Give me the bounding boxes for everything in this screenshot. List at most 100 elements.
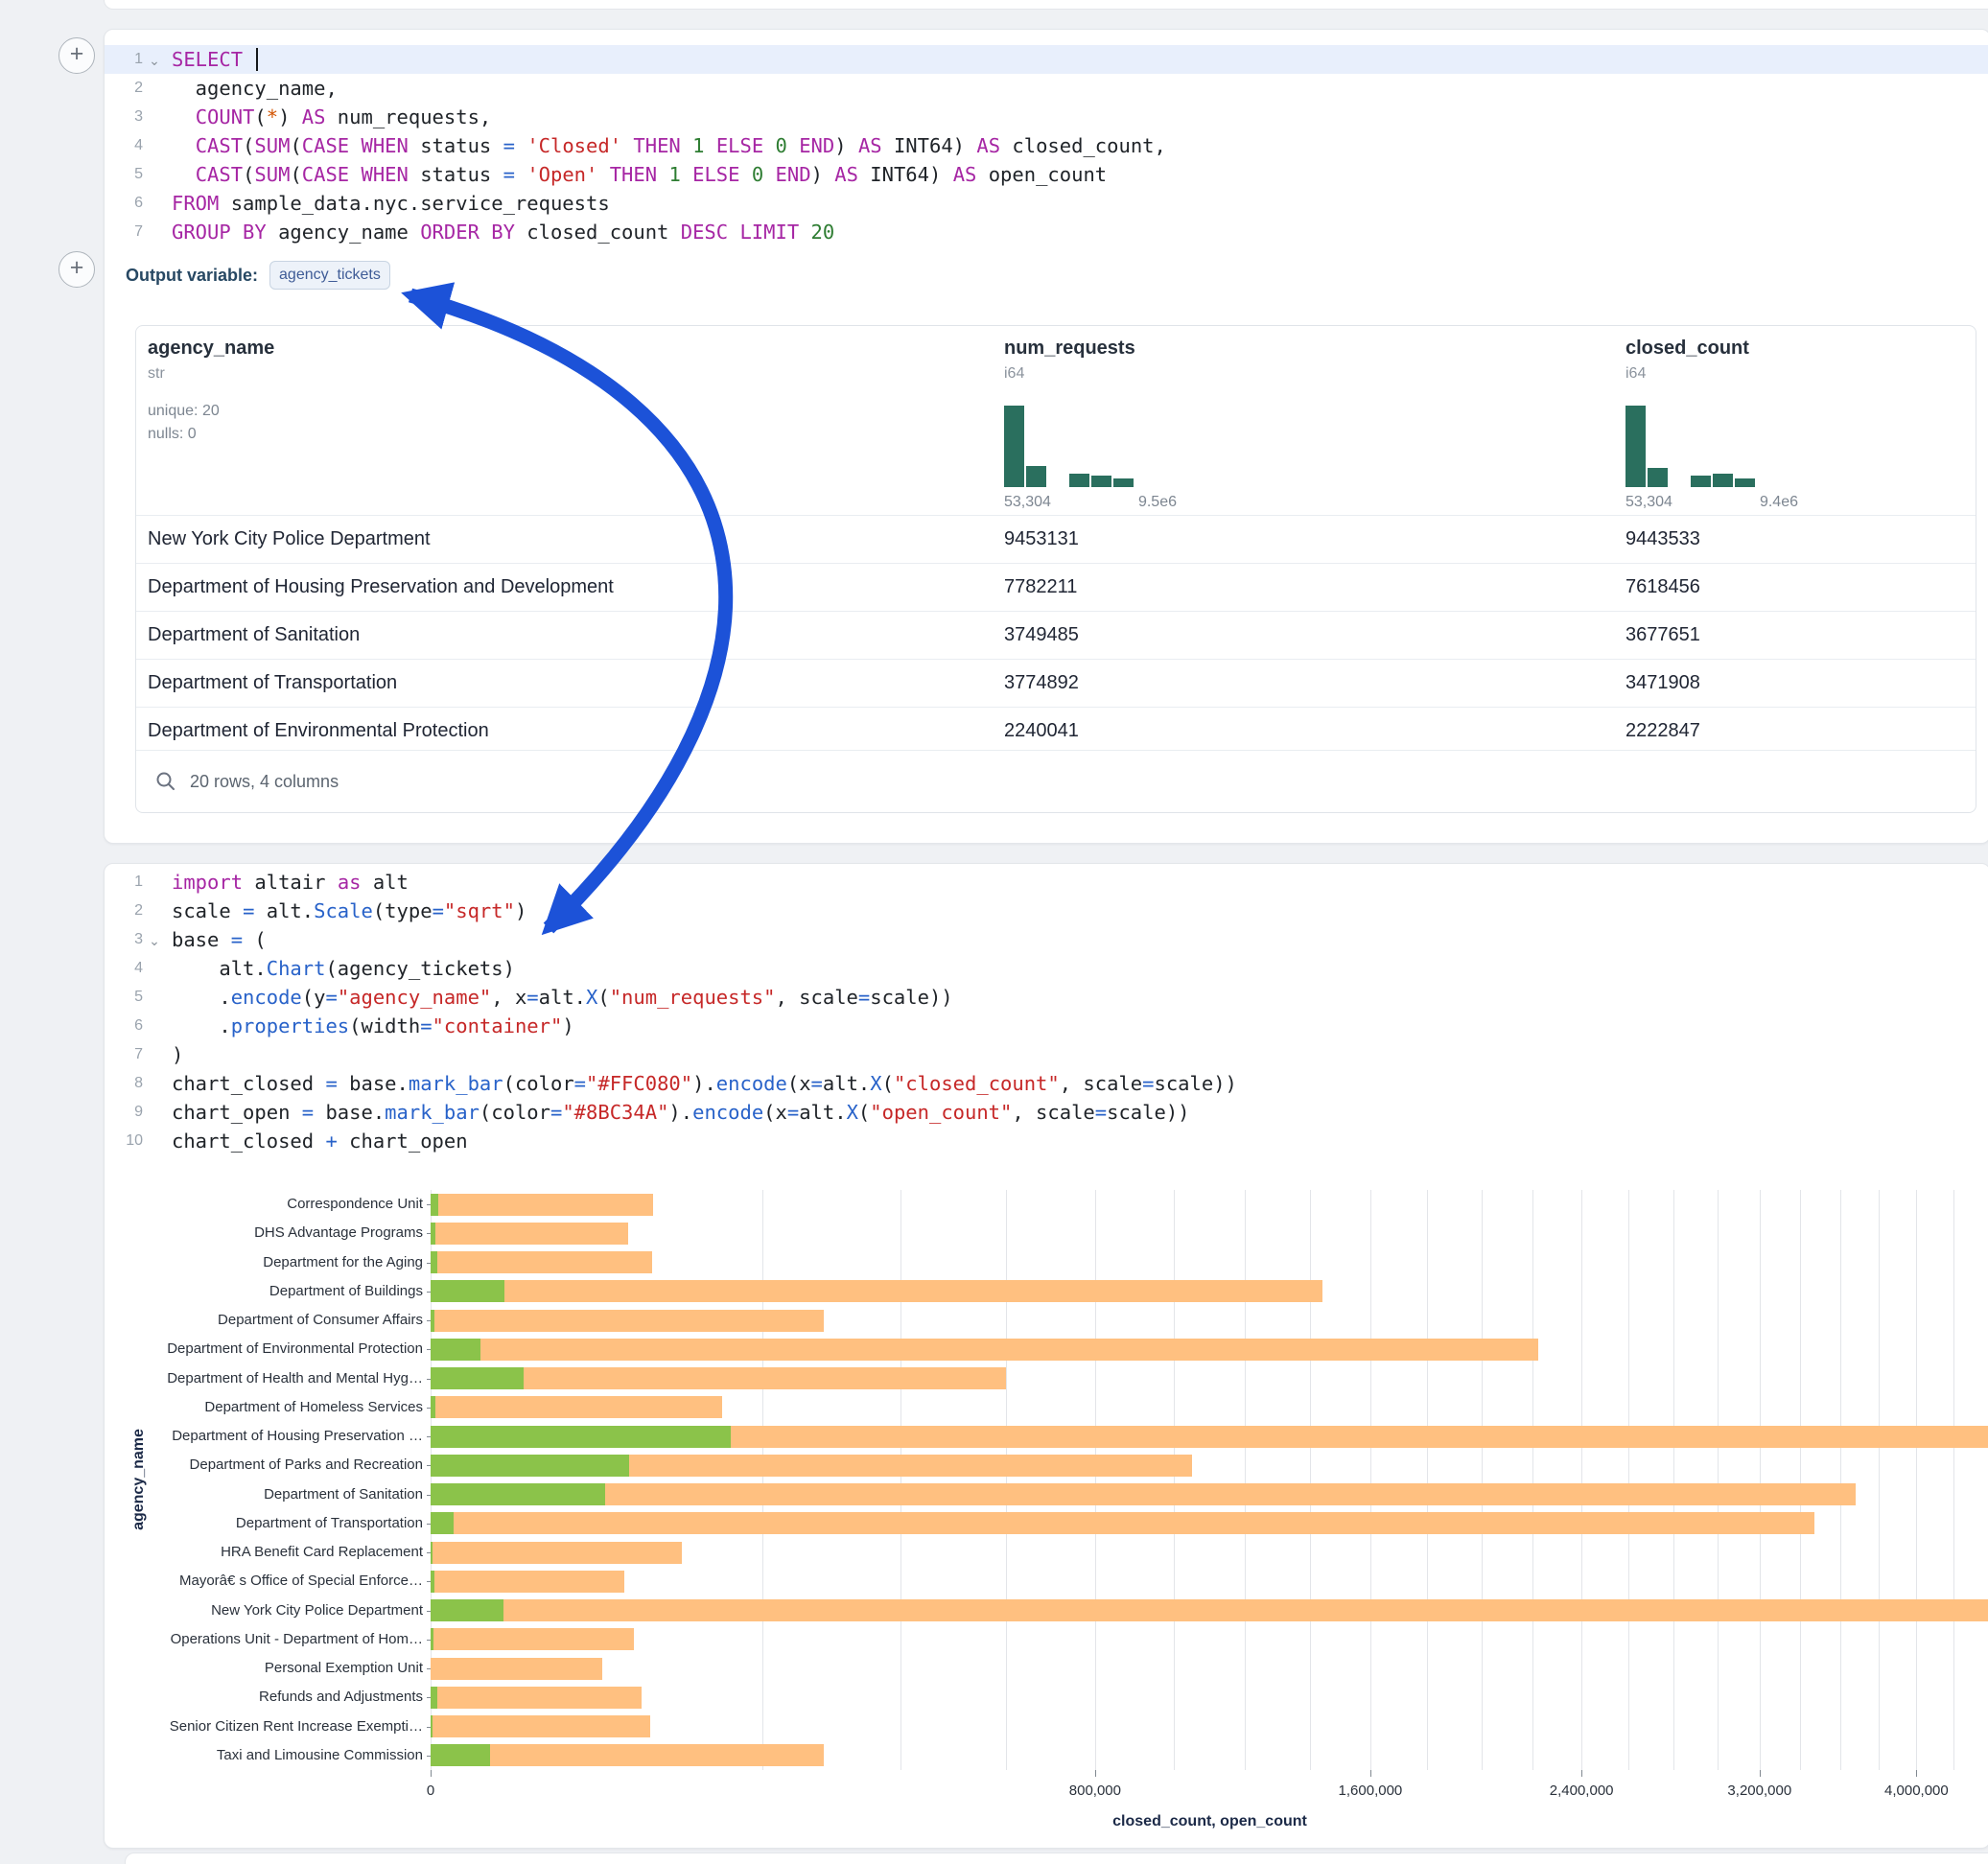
y-axis-category-label: Mayorâ€ s Office of Special Enforce… — [105, 1573, 423, 1590]
line-number: 6 — [105, 1017, 143, 1035]
y-axis-category-label: Department of Health and Mental Hyg… — [105, 1370, 423, 1387]
code-line: 8chart_closed = base.mark_bar(color="#FF… — [105, 1069, 1988, 1098]
code-text: ) — [172, 1043, 183, 1066]
bar-open_count — [431, 1571, 434, 1593]
fold-chevron-icon[interactable] — [143, 1025, 166, 1028]
bar-open_count — [431, 1280, 504, 1302]
fold-chevron-icon[interactable] — [143, 881, 166, 884]
fold-chevron-icon[interactable] — [143, 174, 166, 176]
notebook-page: + + 1⌄SELECT 2 agency_name,3 COUNT(*) AS… — [0, 0, 1988, 1864]
gridline — [1310, 1190, 1311, 1770]
bar-open_count — [431, 1628, 433, 1650]
table-cell: Department of Sanitation — [148, 612, 360, 659]
x-axis-tick — [1916, 1770, 1917, 1777]
table-cell: 3749485 — [1004, 612, 1079, 659]
fold-chevron-icon[interactable] — [143, 910, 166, 913]
gridline — [1916, 1190, 1917, 1770]
gridline — [1800, 1190, 1801, 1770]
line-number: 3 — [105, 931, 143, 948]
code-line: 7GROUP BY agency_name ORDER BY closed_co… — [105, 218, 1988, 246]
x-axis-tick — [431, 1770, 432, 1777]
code-line: 9chart_open = base.mark_bar(color="#8BC3… — [105, 1098, 1988, 1127]
table-row: Department of Transportation377489234719… — [136, 659, 1976, 707]
bar-closed_count — [431, 1310, 824, 1332]
histogram-bar — [1713, 474, 1733, 487]
bar-closed_count — [431, 1339, 1538, 1361]
fold-chevron-icon[interactable] — [143, 1054, 166, 1057]
bar-closed_count — [431, 1715, 650, 1737]
bar-closed_count — [431, 1483, 1856, 1505]
search-icon[interactable] — [155, 771, 176, 792]
fold-chevron-icon[interactable] — [143, 87, 166, 90]
gridline — [1174, 1190, 1175, 1770]
bar-open_count — [431, 1367, 524, 1389]
fold-chevron-icon[interactable] — [143, 967, 166, 970]
y-axis-category-label: Department of Environmental Protection — [105, 1340, 423, 1358]
bar-open_count — [431, 1310, 434, 1332]
code-text: SELECT — [172, 48, 258, 71]
bar-closed_count — [431, 1194, 653, 1216]
y-axis-category-label: Department of Consumer Affairs — [105, 1312, 423, 1329]
fold-chevron-icon[interactable] — [143, 231, 166, 234]
x-axis-tick-label: 3,200,000 — [1727, 1782, 1791, 1799]
fold-chevron-icon[interactable] — [143, 202, 166, 205]
y-axis-category-label: Operations Unit - Department of Hom… — [105, 1631, 423, 1648]
bar-closed_count — [431, 1687, 642, 1709]
bar-closed_count — [431, 1542, 682, 1564]
x-axis-tick — [1581, 1770, 1582, 1777]
bar-closed_count — [431, 1396, 722, 1418]
bar-closed_count — [431, 1658, 602, 1680]
fold-chevron-icon[interactable] — [143, 1111, 166, 1114]
gridline — [1482, 1190, 1483, 1770]
add-cell-button[interactable]: + — [58, 37, 95, 74]
histogram-bar — [1735, 478, 1755, 487]
bar-open_count — [431, 1455, 629, 1477]
chart: agency_name closed_count, open_count 080… — [105, 1180, 1988, 1842]
output-variable-chip[interactable]: agency_tickets — [269, 261, 390, 290]
line-number: 5 — [105, 166, 143, 183]
next-cell-edge — [125, 1852, 1988, 1864]
code-text: alt.Chart(agency_tickets) — [172, 957, 515, 980]
bar-open_count — [431, 1744, 490, 1766]
fold-chevron-icon[interactable]: ⌄ — [143, 50, 166, 69]
column-header-agency-name[interactable]: agency_name str unique: 20 nulls: 0 — [148, 338, 274, 446]
bar-closed_count — [431, 1628, 634, 1650]
fold-chevron-icon[interactable] — [143, 996, 166, 999]
column-header-closed-count[interactable]: closed_count i64 53,3049.4e6 — [1625, 338, 1798, 511]
chart-x-axis-title: closed_count, open_count — [431, 1813, 1988, 1830]
column-name: agency_name — [148, 338, 274, 360]
table-cell: Department of Environmental Protection — [148, 708, 489, 755]
column-header-num-requests[interactable]: num_requests i64 53,3049.5e6 — [1004, 338, 1177, 511]
fold-chevron-icon[interactable] — [143, 1083, 166, 1085]
y-axis-category-label: Personal Exemption Unit — [105, 1660, 423, 1677]
sql-editor[interactable]: 1⌄SELECT 2 agency_name,3 COUNT(*) AS num… — [105, 45, 1988, 246]
histogram-bar — [1026, 466, 1046, 487]
code-text: chart_closed + chart_open — [172, 1130, 468, 1153]
table-cell: Department of Housing Preservation and D… — [148, 564, 614, 611]
bar-closed_count — [431, 1251, 652, 1273]
table-row: Department of Housing Preservation and D… — [136, 563, 1976, 611]
bar-open_count — [431, 1223, 435, 1245]
histogram-range: 53,3049.5e6 — [1004, 494, 1177, 511]
code-text: chart_open = base.mark_bar(color="#8BC34… — [172, 1101, 1190, 1124]
fold-chevron-icon[interactable] — [143, 145, 166, 148]
bar-open_count — [431, 1715, 433, 1737]
line-number: 7 — [105, 1046, 143, 1063]
x-axis-tick-label: 4,000,000 — [1884, 1782, 1949, 1799]
code-line: 2scale = alt.Scale(type="sqrt") — [105, 897, 1988, 925]
code-text: chart_closed = base.mark_bar(color="#FFC… — [172, 1072, 1237, 1095]
table-cell: Department of Transportation — [148, 660, 397, 707]
fold-chevron-icon[interactable] — [143, 116, 166, 119]
gridline — [1673, 1190, 1674, 1770]
add-cell-button[interactable]: + — [58, 251, 95, 288]
results-table: agency_name str unique: 20 nulls: 0 num_… — [135, 325, 1976, 813]
code-text: .encode(y="agency_name", x=alt.X("num_re… — [172, 986, 953, 1009]
code-text: GROUP BY agency_name ORDER BY closed_cou… — [172, 221, 834, 244]
code-line: 4 CAST(SUM(CASE WHEN status = 'Closed' T… — [105, 131, 1988, 160]
fold-chevron-icon[interactable] — [143, 1140, 166, 1143]
y-axis-category-label: Department of Parks and Recreation — [105, 1456, 423, 1474]
line-number: 1 — [105, 51, 143, 68]
python-editor[interactable]: 1import altair as alt2scale = alt.Scale(… — [105, 868, 1988, 1155]
histogram-bar — [1625, 406, 1646, 487]
fold-chevron-icon[interactable]: ⌄ — [143, 930, 166, 949]
